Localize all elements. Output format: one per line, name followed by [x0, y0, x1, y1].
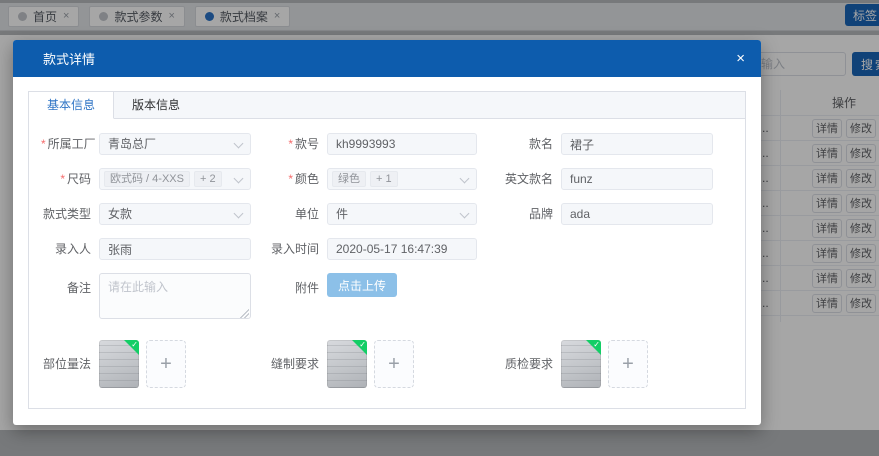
required-mark: *	[41, 137, 46, 151]
measure-label: 部位量法	[41, 353, 99, 375]
required-mark: *	[288, 137, 293, 151]
close-icon[interactable]: ×	[736, 51, 745, 66]
plus-icon: +	[160, 353, 172, 376]
style-type-label: 款式类型	[41, 203, 99, 225]
basic-info-form: *所属工厂 青岛总厂 *款号 款名 *尺码	[29, 119, 745, 408]
sewing-upload-group: ✓ +	[327, 340, 477, 388]
check-icon: ✓	[131, 340, 138, 349]
color-select[interactable]: 绿色 + 1	[327, 168, 477, 190]
size-label: *尺码	[41, 168, 99, 190]
remarks-field	[99, 273, 251, 322]
modal-title: 款式详情	[43, 49, 736, 68]
measure-image-thumbnail[interactable]: ✓	[99, 340, 139, 388]
remarks-label: 备注	[41, 277, 99, 299]
entry-person-input[interactable]	[99, 238, 251, 260]
form-row: 部位量法 ✓ + 缝制要求 ✓	[41, 340, 733, 388]
entry-time-label: 录入时间	[265, 238, 327, 260]
qc-add-image-button[interactable]: +	[608, 340, 648, 388]
color-more-tag: + 1	[370, 171, 398, 187]
chevron-down-icon	[460, 174, 470, 184]
brand-label: 品牌	[495, 203, 561, 225]
style-type-select[interactable]: 女款	[99, 203, 251, 225]
factory-value: 青岛总厂	[108, 134, 156, 154]
attachment-label: 附件	[265, 277, 327, 299]
style-name-input[interactable]	[561, 133, 713, 155]
tab-version-info[interactable]: 版本信息	[114, 92, 198, 119]
style-name-label: 款名	[495, 133, 561, 155]
measure-upload-group: ✓ +	[99, 340, 251, 388]
color-label: *颜色	[265, 168, 327, 190]
measure-add-image-button[interactable]: +	[146, 340, 186, 388]
form-row: 款式类型 女款 单位 件 品牌	[41, 203, 733, 225]
color-tag: 绿色	[332, 171, 366, 187]
form-row: *尺码 欧式码 / 4-XXS + 2 *颜色 绿色 + 1 英文款名	[41, 168, 733, 190]
required-mark: *	[60, 172, 65, 186]
form-row: 备注 附件 点击上传	[41, 273, 733, 322]
unit-select[interactable]: 件	[327, 203, 477, 225]
required-mark: *	[288, 172, 293, 186]
brand-input[interactable]	[561, 203, 713, 225]
info-tab-card: 基本信息 版本信息 *所属工厂 青岛总厂 *款号 款名	[28, 91, 746, 409]
qc-upload-group: ✓ +	[561, 340, 713, 388]
unit-label: 单位	[265, 203, 327, 225]
qc-label: 质检要求	[495, 353, 561, 375]
check-icon: ✓	[593, 340, 600, 349]
factory-label: *所属工厂	[41, 133, 99, 155]
size-more-tag: + 2	[194, 171, 222, 187]
english-name-label: 英文款名	[495, 168, 561, 190]
style-type-value: 女款	[108, 204, 132, 224]
form-row: *所属工厂 青岛总厂 *款号 款名	[41, 133, 733, 155]
qc-image-thumbnail[interactable]: ✓	[561, 340, 601, 388]
modal-body: 基本信息 版本信息 *所属工厂 青岛总厂 *款号 款名	[13, 77, 761, 425]
sewing-label: 缝制要求	[265, 353, 327, 375]
tab-basic-info[interactable]: 基本信息	[29, 92, 114, 119]
sewing-add-image-button[interactable]: +	[374, 340, 414, 388]
chevron-down-icon	[460, 209, 470, 219]
factory-select[interactable]: 青岛总厂	[99, 133, 251, 155]
form-row: 录入人 录入时间	[41, 238, 733, 260]
remarks-textarea[interactable]	[99, 273, 251, 319]
style-no-input[interactable]	[327, 133, 477, 155]
chevron-down-icon	[234, 174, 244, 184]
style-no-label: *款号	[265, 133, 327, 155]
size-select[interactable]: 欧式码 / 4-XXS + 2	[99, 168, 251, 190]
app-page: 首页 × 款式参数 × 款式档案 × 标签 搜索 操作 4... 详情 修改 5…	[0, 0, 879, 456]
check-icon: ✓	[359, 340, 366, 349]
english-name-input[interactable]	[561, 168, 713, 190]
upload-attachment-button[interactable]: 点击上传	[327, 273, 397, 297]
chevron-down-icon	[234, 139, 244, 149]
unit-value: 件	[336, 204, 348, 224]
size-tag: 欧式码 / 4-XXS	[104, 171, 190, 187]
modal-header: 款式详情 ×	[13, 40, 761, 77]
tab-header: 基本信息 版本信息	[29, 92, 745, 119]
plus-icon: +	[388, 353, 400, 376]
style-detail-modal: 款式详情 × 基本信息 版本信息 *所属工厂 青岛总厂	[13, 40, 761, 425]
entry-time-input[interactable]	[327, 238, 477, 260]
entry-person-label: 录入人	[41, 238, 99, 260]
plus-icon: +	[622, 353, 634, 376]
chevron-down-icon	[234, 209, 244, 219]
sewing-image-thumbnail[interactable]: ✓	[327, 340, 367, 388]
